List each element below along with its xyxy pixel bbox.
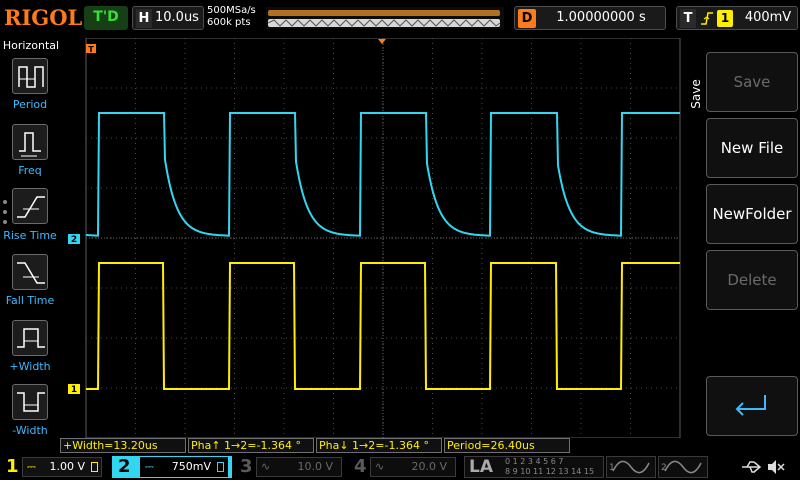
usb-icon [740,458,762,476]
period-label: Period [12,98,48,111]
ch3-coupling-icon: ∿ [261,460,271,473]
rising-edge-icon [700,9,714,28]
ch2-number: 2 [118,456,131,477]
measure-pos-width: +Width=13.20us [60,438,186,453]
channel-bar: 1 ⎓ 1.00 V 2 ⎓ 750mV 3 ∿ 10.0 V 4 ∿ 20.0… [0,454,800,480]
trigger-status-badge: T'D [84,6,128,30]
ch1-status[interactable]: 1 ⎓ 1.00 V [0,456,112,478]
pos-width-icon [17,328,45,348]
gen2-status[interactable]: 2 [658,456,708,478]
neg-width-button[interactable] [12,384,48,420]
ch2-status[interactable]: 2 ⎓ 750mV [112,456,232,478]
period-icon [18,66,44,88]
memory-depth: 600k pts [207,17,251,28]
ch2-scale: 750mV [171,460,211,473]
enter-button[interactable] [706,376,798,436]
memory-waveform-overview [268,19,500,27]
timebase-value: 10.0us [155,10,199,25]
ch4-scale: 20.0 V [411,460,447,473]
ch3-scale-box: ∿ 10.0 V [256,457,342,477]
neg-width-label: -Width [12,424,48,437]
ch4-status[interactable]: 4 ∿ 20.0 V [348,456,460,478]
new-folder-button[interactable]: NewFolder [706,184,798,244]
panel-title-vertical: Save [689,79,703,108]
freq-button[interactable] [12,124,48,160]
delay-label: D [518,9,536,28]
top-status-bar: RIGOL T'D H 10.0us 500MSa/s 600k pts D 1… [0,0,800,38]
pos-width-button[interactable] [12,320,48,356]
brand-logo: RIGOL [4,5,83,30]
trigger-level: 400mV [744,10,792,25]
rise-time-label: Rise Time [3,229,57,242]
horizontal-label: H [136,9,152,28]
la-bits-bottom: 8 9 10 11 12 13 14 15 [505,467,595,476]
delay-readout[interactable]: D 1.00000000 s [514,6,666,30]
delete-button[interactable]: Delete [706,250,798,310]
memory-overview[interactable] [266,7,504,29]
rise-time-icon [17,196,45,218]
new-file-button[interactable]: New File [706,118,798,178]
trigger-tag-label: T [88,45,94,54]
gen2-label: 2 [661,463,667,473]
svg-text:Save: Save [689,79,703,108]
ch2-bw-icon [217,462,224,472]
measure-side-panel: Horizontal Period Freq Rise Time Fall Ti… [0,38,60,438]
fall-time-icon [17,262,45,284]
waveform-display[interactable]: T 2 1 T [60,38,700,438]
la-bits-top: 0 1 2 3 4 5 6 7 [505,457,564,466]
gen1-label: 1 [609,463,615,473]
ch1-bw-icon [91,462,98,472]
gen1-status[interactable]: 1 [606,456,656,478]
period-button[interactable] [12,58,48,94]
ch1-scale: 1.00 V [49,460,85,473]
ch3-number: 3 [240,456,253,477]
la-label: LA [469,457,493,477]
freq-label: Freq [18,164,42,177]
page-dots [2,198,8,228]
sample-rate: 500MSa/s [207,5,256,16]
neg-width-icon [17,392,45,412]
ch2-scale-box: ⎓ 750mV [140,457,228,477]
fall-time-button[interactable] [12,254,48,290]
trigger-source: 1 [717,10,733,27]
ch1-coupling-icon: ⎓ [27,460,36,473]
ch3-scale: 10.0 V [297,460,333,473]
rise-time-button[interactable] [12,188,48,224]
speaker-mute-icon[interactable] [766,458,786,476]
ch4-coupling-icon: ∿ [375,460,385,473]
pos-width-label: +Width [9,360,51,373]
ch1-number: 1 [6,456,19,477]
fall-time-label: Fall Time [5,294,55,307]
ch1-marker-label: 1 [71,385,77,395]
horizontal-timebase[interactable]: H 10.0us [132,6,204,30]
memory-window-bar [268,10,500,16]
save-side-panel: Save Save New File NewFolder Delete [686,38,800,438]
ch3-status[interactable]: 3 ∿ 10.0 V [234,456,346,478]
measure-phase-fall: Pha↓ 1→2=-1.364 ° [316,438,442,453]
delay-value: 1.00000000 s [556,10,646,25]
measure-phase-rise: Pha↑ 1→2=-1.364 ° [188,438,314,453]
measure-period: Period=26.40us [444,438,570,453]
ch2-marker-label: 2 [71,235,77,245]
save-button[interactable]: Save [706,52,798,112]
enter-return-icon [735,395,766,416]
trigger-readout[interactable]: T 1 400mV [676,6,798,30]
panel-title: Horizontal [2,39,60,52]
ch4-scale-box: ∿ 20.0 V [370,457,456,477]
la-status[interactable]: LA 0 1 2 3 4 5 6 7 8 9 10 11 12 13 14 15 [464,456,604,478]
trigger-label: T [680,9,696,28]
ch1-scale-box: ⎓ 1.00 V [22,457,102,477]
freq-icon [19,132,41,157]
overview-waveform-icon [268,19,500,27]
ch4-number: 4 [354,456,367,477]
ch2-coupling-icon: ⎓ [145,460,154,473]
